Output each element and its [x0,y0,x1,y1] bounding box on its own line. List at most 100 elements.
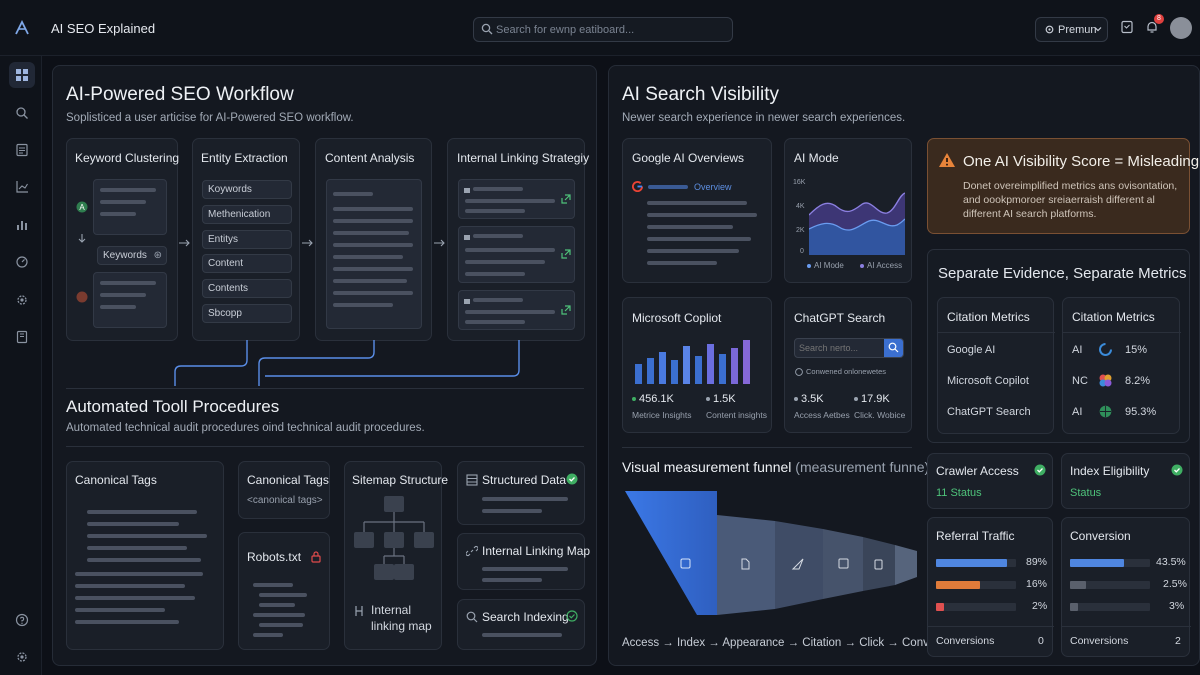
search-icon [16,107,28,119]
sitemap-structure-card[interactable]: Sitemap Structure Internal linking map [344,461,448,650]
divider [66,446,584,447]
keyword-clustering-card[interactable]: Keyword Clustering A Keywords ⊛ [66,138,179,341]
copilot-icon [1099,374,1112,387]
funnel-title-suffix: (measurement funne) [795,459,930,475]
measurement-funnel[interactable] [625,489,921,639]
entity-extraction-card[interactable]: Entity Extraction Koywords Methenication… [192,138,300,341]
keywords-chip[interactable]: Keywords ⊛ [97,246,167,265]
rail-preferences[interactable] [9,644,35,670]
conversion-card[interactable]: Conversion 43.5% 2.5% 3% Conversions 2 [1061,517,1191,657]
rail-documents[interactable] [9,137,35,163]
entity-item[interactable]: Entitys [202,230,292,249]
entity-item[interactable]: Koywords [202,180,292,199]
structured-data-card[interactable]: Structured Data [457,461,585,525]
entity-item[interactable]: Contents [202,279,292,298]
content-analysis-card[interactable]: Content Analysis [315,138,432,341]
internal-linking-map-card[interactable]: Internal Linking Map [457,533,590,590]
stat-value: 456.1K [639,393,674,405]
rail-library[interactable] [9,324,35,350]
card-title: Index Eligibility [1070,464,1150,478]
external-link-icon[interactable] [561,194,571,204]
rail-analytics[interactable] [9,212,35,238]
card-title: Conversion [1070,529,1131,543]
search-indexing-card[interactable]: Search Indexing [457,599,585,650]
google-ai-overviews-card[interactable]: Google AI Overviews Overview [622,138,772,283]
bar-value: 2.5% [1163,578,1187,590]
chevron-down-icon [1094,27,1102,32]
crawler-access-card[interactable]: Crawler Access 11 Status [927,453,1053,509]
chatgpt-search-card[interactable]: ChatGPT Search Conwened onlonewetes 3.5K… [784,297,912,433]
citation-metrics-right[interactable]: Citation Metrics AI 15% NC 8.2% AI 95.3% [1062,297,1181,434]
app-logo-icon[interactable] [14,20,30,36]
card-title: Internal Linking Map [482,544,591,558]
status-text: Status [1070,487,1102,499]
canonical-tags-card[interactable]: Canonical Tags [66,461,224,650]
legend-label: AI Access [867,261,903,270]
chatgpt-search-input[interactable] [799,341,883,355]
link-item[interactable] [458,226,575,283]
alert-body: Donet overeimplified metrics ans ovisont… [963,179,1177,221]
referral-bar [936,581,1016,589]
divider [66,388,584,389]
external-link-icon[interactable] [561,249,571,259]
card-title: Content Analysis [325,151,415,165]
entity-item[interactable]: Methenication [202,205,292,224]
referral-bar [936,559,1016,567]
stat-value: 17.9K [861,393,890,405]
status-dot [854,397,858,401]
visibility-panel: AI Search Visibility Newer search experi… [608,65,1200,666]
internal-linking-card[interactable]: Internal Linking Strategiy [447,138,589,341]
bar-value: 3% [1169,600,1185,612]
check-label: Conwened onlonewetes [806,367,887,376]
robots-txt-card[interactable]: Robots.txt [238,532,330,650]
rail-dashboard[interactable] [9,62,35,88]
overview-tag: Overview [694,182,732,192]
platform-name: Google AI [947,344,996,356]
chatgpt-search-button[interactable] [884,339,903,357]
rail-help[interactable] [9,607,35,633]
grid-icon [16,69,28,81]
search-icon [481,23,493,35]
footer-value: 2 [1175,635,1181,647]
index-eligibility-card[interactable]: Index Eligibility Status [1061,453,1190,509]
global-search[interactable] [473,17,733,42]
lock-icon [311,551,321,563]
stat-label: Access Aetbes [794,410,850,420]
referral-traffic-card[interactable]: Referral Traffic 89% 16% 2% Conversions … [927,517,1054,657]
rail-reports[interactable] [9,174,35,200]
alert-line: different AI search platforms. [963,208,1097,220]
funnel-steps: Access → Index → Appearance → Citation →… [622,637,960,649]
card-title: Google AI Overviews [632,151,745,165]
link-item[interactable] [458,290,575,330]
top-bar: AI SEO Explained Premun 8 [0,0,1200,56]
chatgpt-search-box[interactable] [794,338,904,358]
gear-icon [1045,25,1054,34]
canonical-tags-card[interactable]: Canonical Tags <canonical tags> [238,461,330,519]
entity-item[interactable]: Content [202,254,292,273]
rail-search[interactable] [9,100,35,126]
document-icon[interactable] [1120,20,1134,34]
bar-value: 43.5% [1156,556,1186,568]
card-title: Canonical Tags [75,473,157,487]
y-tick: 0 [800,248,804,255]
card-title: Entity Extraction [201,151,288,165]
internal-linking-map-caption: Internal linking map [371,603,432,633]
conversion-bar [1070,559,1150,567]
funnel-step: Index [676,637,706,649]
rail-monitor[interactable] [9,249,35,275]
link-item[interactable] [458,179,575,219]
citation-metrics-left[interactable]: Citation Metrics Google AI Microsoft Cop… [937,297,1055,434]
avatar[interactable] [1170,17,1192,39]
rail-settings[interactable] [9,287,35,313]
check-circle-icon [1171,464,1183,476]
misleading-score-alert: One AI Visibility Score = Misleading Don… [927,138,1199,234]
external-link-icon[interactable] [561,305,571,315]
entity-item[interactable]: Sbcopp [202,304,292,323]
card-title: Sitemap Structure [352,473,449,487]
plan-dropdown[interactable]: Premun [1035,17,1108,42]
card-title: Search Indexing [482,610,569,624]
ai-mode-card[interactable]: AI Mode 16K 4K 2K 0 AI Mode AI Access [784,138,912,283]
search-input[interactable] [496,21,726,39]
microsoft-copilot-card[interactable]: Microsoft Copliot 456.1K Metrice Insight… [622,297,772,433]
procedures-title: Automated Tooll Procedures [66,397,280,416]
